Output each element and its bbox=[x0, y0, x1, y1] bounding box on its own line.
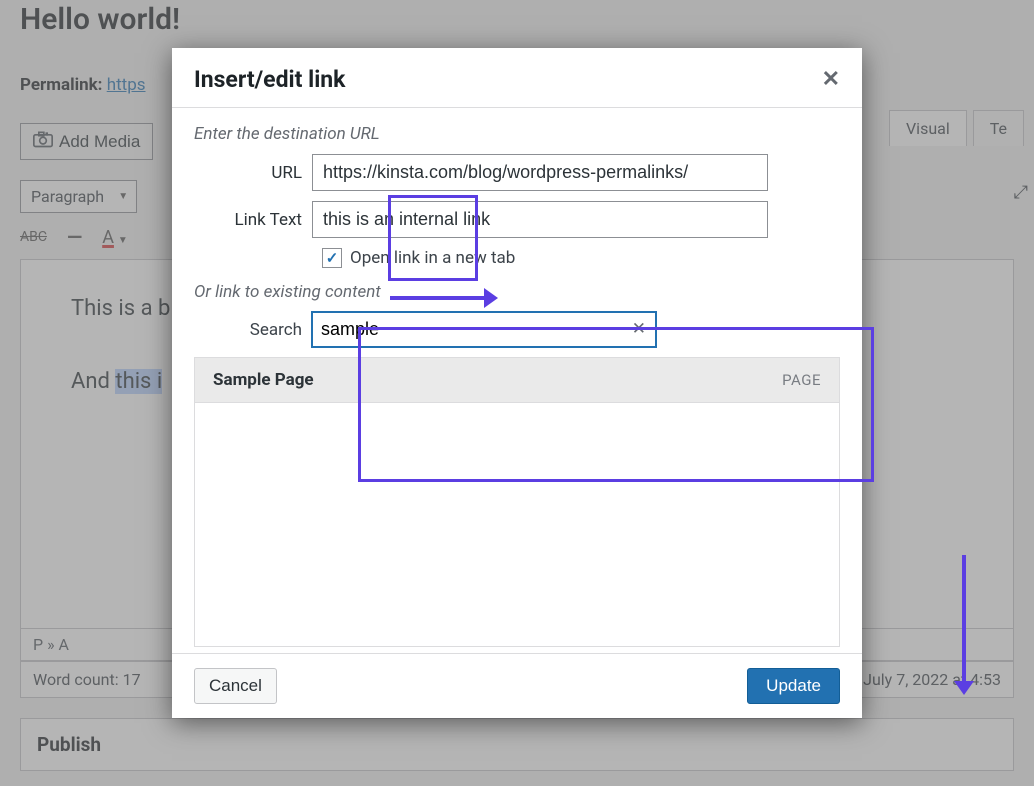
clear-search-icon[interactable]: ✕ bbox=[632, 319, 646, 339]
search-results: Sample Page PAGE bbox=[194, 357, 840, 647]
open-new-tab-label: Open link in a new tab bbox=[350, 248, 515, 268]
search-result-title: Sample Page bbox=[213, 370, 314, 390]
link-text-input[interactable] bbox=[312, 201, 768, 238]
section-existing-label: Or link to existing content bbox=[194, 282, 840, 302]
insert-link-dialog: Insert/edit link ✕ Enter the destination… bbox=[172, 48, 862, 718]
cancel-button[interactable]: Cancel bbox=[194, 668, 277, 704]
search-input[interactable] bbox=[312, 312, 656, 347]
open-new-tab-checkbox[interactable]: ✓ bbox=[322, 248, 342, 268]
dialog-title: Insert/edit link bbox=[194, 66, 345, 93]
url-input[interactable] bbox=[312, 154, 768, 191]
section-destination-label: Enter the destination URL bbox=[194, 124, 840, 144]
close-icon[interactable]: ✕ bbox=[822, 67, 840, 92]
search-result-type: PAGE bbox=[782, 371, 821, 389]
search-label: Search bbox=[194, 320, 312, 340]
url-label: URL bbox=[194, 163, 312, 183]
search-result-item[interactable]: Sample Page PAGE bbox=[195, 358, 839, 403]
link-text-label: Link Text bbox=[194, 210, 312, 230]
update-button[interactable]: Update bbox=[747, 668, 840, 704]
